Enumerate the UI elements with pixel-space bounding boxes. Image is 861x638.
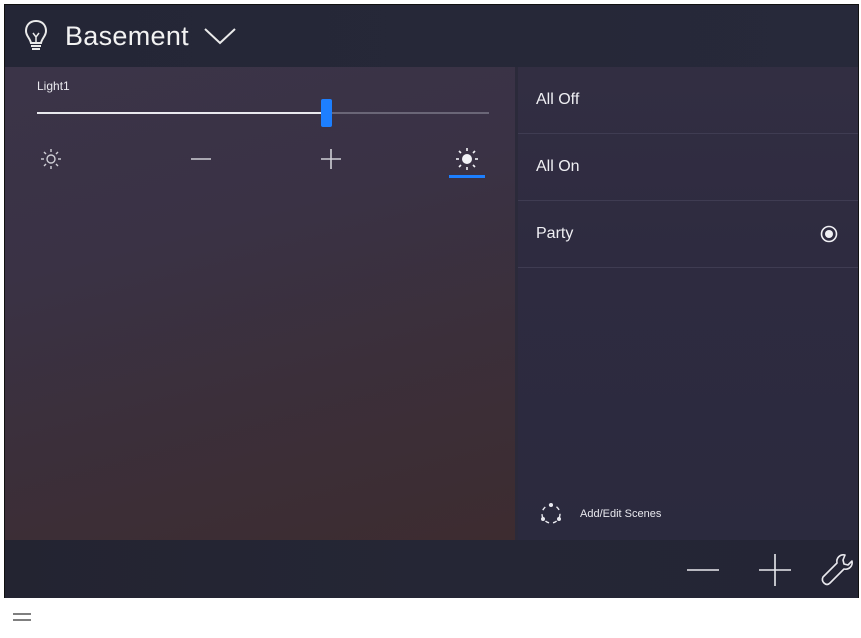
plus-icon[interactable] (311, 144, 351, 174)
scenes-dots-icon (538, 501, 564, 527)
bright-high-icon[interactable] (447, 144, 487, 178)
scene-item-party[interactable]: Party (518, 201, 858, 268)
radio-selected-icon (820, 225, 838, 243)
app-frame: Basement Light1 All Off All On Party Add… (4, 4, 859, 600)
chevron-down-icon[interactable] (203, 25, 237, 47)
dim-low-icon[interactable] (31, 144, 71, 174)
scene-item-all-off[interactable]: All Off (518, 67, 858, 134)
scene-label: All On (536, 158, 580, 175)
slider-fill (37, 112, 327, 114)
slider-thumb[interactable] (321, 99, 333, 127)
menu-icon[interactable] (12, 609, 32, 625)
room-name[interactable]: Basement (65, 21, 189, 52)
scenes-panel: All Off All On Party Add/Edit Scenes (518, 67, 858, 540)
minus-icon[interactable] (685, 552, 721, 588)
wrench-icon[interactable] (819, 552, 855, 588)
footer-bar (0, 598, 861, 638)
header-bar: Basement (5, 5, 858, 67)
scene-label: Party (536, 225, 574, 242)
light-label: Light1 (37, 79, 70, 93)
plus-icon[interactable] (757, 552, 793, 588)
add-edit-scenes-button[interactable]: Add/Edit Scenes (538, 501, 661, 527)
scene-item-all-on[interactable]: All On (518, 134, 858, 201)
lightbulb-icon (23, 19, 49, 53)
bottom-toolbar (5, 540, 858, 599)
scene-label: All Off (536, 91, 580, 108)
add-edit-scenes-label: Add/Edit Scenes (580, 508, 662, 520)
minus-icon[interactable] (181, 144, 221, 174)
brightness-slider[interactable] (37, 99, 489, 127)
light-control-panel: Light1 (5, 67, 515, 540)
